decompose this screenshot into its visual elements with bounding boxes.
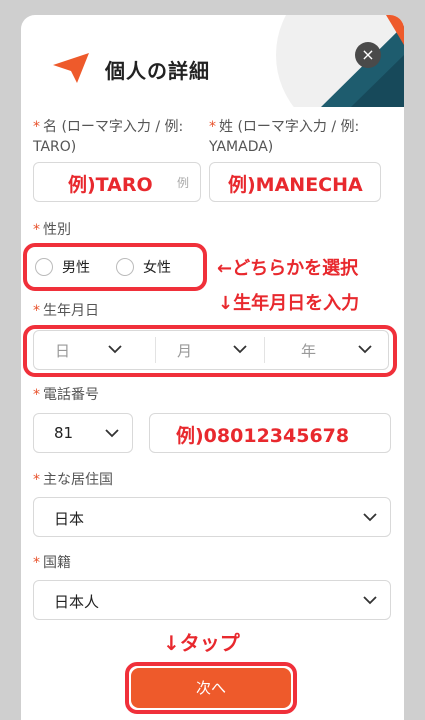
- tap-annotation: ↓タップ: [163, 631, 240, 655]
- residence-label: * 主な居住国: [33, 472, 113, 488]
- first-name-label: * 名 (ローマ字入力 / 例: TARO): [33, 119, 184, 155]
- close-button[interactable]: ×: [355, 42, 381, 68]
- gender-female-label: 女性: [143, 260, 171, 276]
- chevron-down-icon: [363, 596, 377, 605]
- nationality-value: 日本人: [54, 593, 100, 611]
- phone-example: 例)08012345678: [176, 425, 350, 447]
- birth-date-label: * 生年月日: [33, 303, 99, 319]
- residence-select[interactable]: 日本: [33, 497, 391, 537]
- chevron-down-icon: [105, 429, 119, 438]
- first-name-example: 例)TARO: [68, 174, 153, 196]
- gender-label: * 性別: [33, 222, 71, 238]
- birth-annotation: ↓生年月日を入力: [218, 293, 360, 314]
- country-code-select[interactable]: 81: [33, 413, 133, 453]
- birth-month-select[interactable]: 月: [177, 340, 192, 361]
- birth-day-select[interactable]: 日: [55, 340, 70, 361]
- next-button[interactable]: 次へ: [131, 668, 291, 708]
- country-code-value: 81: [54, 424, 74, 442]
- birth-date-group: [33, 330, 389, 370]
- first-name-placeholder-fragment: 例: [177, 176, 190, 190]
- nationality-label: * 国籍: [33, 555, 71, 571]
- chevron-down-icon: [358, 345, 372, 354]
- birth-year-select[interactable]: 年: [301, 340, 316, 361]
- brand-logo-icon: [51, 51, 91, 85]
- personal-details-modal: 個人の詳細 × * 名 (ローマ字入力 / 例: TARO) 例)TARO 例 *…: [21, 15, 404, 720]
- chevron-down-icon: [108, 345, 122, 354]
- phone-label: * 電話番号: [33, 387, 99, 403]
- gender-annotation: ←どちらかを選択: [217, 258, 359, 279]
- chevron-down-icon: [363, 513, 377, 522]
- first-name-input[interactable]: 例)TARO 例: [33, 162, 201, 202]
- gender-male-label: 男性: [62, 260, 90, 276]
- chevron-down-icon: [233, 345, 247, 354]
- phone-input[interactable]: 例)08012345678: [149, 413, 391, 453]
- last-name-label: * 姓 (ローマ字入力 / 例: YAMADA): [209, 119, 360, 155]
- gender-male-radio[interactable]: [35, 258, 53, 276]
- last-name-example: 例)MANECHA: [228, 174, 363, 196]
- last-name-input[interactable]: 例)MANECHA: [209, 162, 381, 202]
- nationality-select[interactable]: 日本人: [33, 580, 391, 620]
- residence-value: 日本: [54, 510, 85, 528]
- gender-female-radio[interactable]: [116, 258, 134, 276]
- page-title: 個人の詳細: [105, 59, 210, 83]
